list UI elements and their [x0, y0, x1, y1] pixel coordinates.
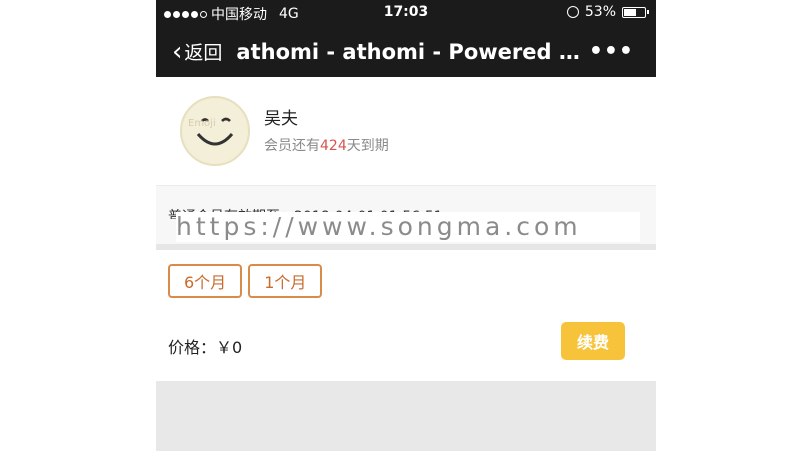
status-right: 53% [566, 4, 649, 20]
orientation-lock-icon [566, 6, 579, 18]
profile-card: Emoji 吴夫 会员还有424天到期 [156, 77, 656, 185]
page-title: athomi - athomi - Powered by W... [236, 39, 591, 64]
watermark-text: https://www.songma.com [176, 212, 640, 242]
membership-remaining: 会员还有424天到期 [264, 138, 389, 154]
svg-text:Emoji: Emoji [188, 118, 216, 129]
option-6-months[interactable]: 6个月 [168, 264, 243, 298]
battery-icon [622, 6, 649, 18]
smiley-face-icon: Emoji [183, 99, 247, 163]
expiry-section: 普通会员有效期至：2018-04-01 01:56:51 https://www… [156, 185, 656, 250]
option-1-month[interactable]: 1个月 [248, 264, 323, 298]
back-button[interactable]: ‹ 返回 [172, 38, 222, 65]
price-label: 价格：￥0 [168, 338, 243, 357]
avatar: Emoji [180, 96, 250, 166]
nav-bar: ‹ 返回 athomi - athomi - Powered by W... •… [156, 26, 656, 77]
phone-screen: 中国移动 4G 17:03 53% ‹ 返回 athomi - athomi -… [156, 0, 656, 451]
status-bar: 中国移动 4G 17:03 53% [156, 0, 656, 26]
price-row: 价格：￥0 续费 [156, 312, 656, 382]
empty-area [156, 381, 656, 451]
renew-button[interactable]: 续费 [561, 322, 625, 360]
back-label: 返回 [184, 42, 223, 64]
chevron-left-icon: ‹ [172, 36, 183, 67]
battery-percent: 53% [584, 4, 616, 20]
remaining-days: 424 [320, 138, 347, 154]
user-name: 吴夫 [264, 109, 298, 129]
more-menu-button[interactable]: ••• [589, 39, 634, 64]
duration-options: 6个月 1个月 [156, 250, 656, 312]
